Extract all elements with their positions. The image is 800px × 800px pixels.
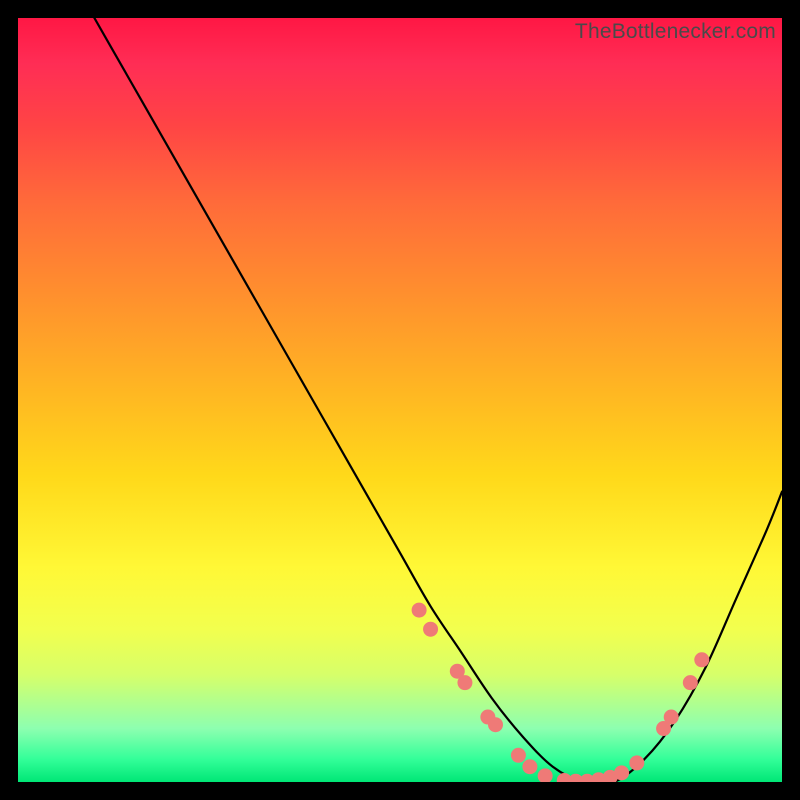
data-point [511,748,526,763]
data-point [683,675,698,690]
curve-svg [18,18,782,782]
data-point [488,717,503,732]
chart-container: TheBottlenecker.com [0,0,800,800]
data-point [457,675,472,690]
data-point [538,768,553,782]
chart-plot-area: TheBottlenecker.com [18,18,782,782]
data-points [412,603,710,782]
data-point [423,622,438,637]
data-point [412,603,427,618]
data-point [664,710,679,725]
data-point [629,755,644,770]
data-point [614,765,629,780]
data-point [694,652,709,667]
bottleneck-curve [94,18,782,782]
data-point [522,759,537,774]
